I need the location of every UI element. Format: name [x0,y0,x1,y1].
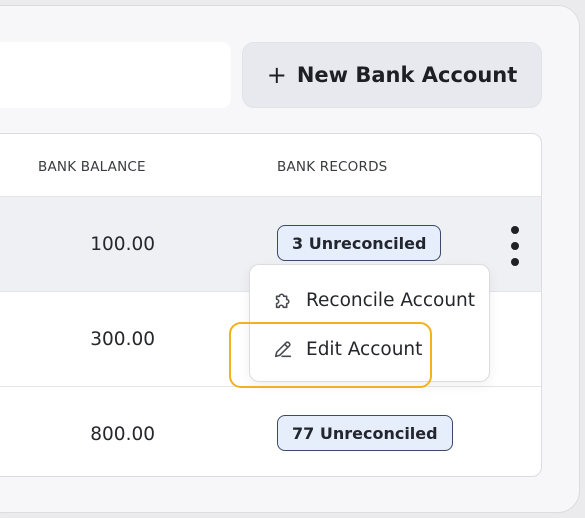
unreconciled-badge[interactable]: 3 Unreconciled [277,225,442,261]
new-bank-account-label: New Bank Account [296,63,518,87]
header-bank-balance: BANK BALANCE [38,159,146,175]
header-bank-records: BANK RECORDS [277,159,388,175]
screenshot-frame: + New Bank Account BANK BALANCE BANK REC… [0,0,585,518]
bank-accounts-panel: + New Bank Account BANK BALANCE BANK REC… [0,5,580,513]
bank-balance-cell: 100.00 [90,234,155,255]
search-field[interactable] [0,42,231,108]
reconcile-account-label: Reconcile Account [306,289,476,311]
table-header: BANK BALANCE BANK RECORDS [0,134,541,197]
reconcile-account-menu-item[interactable]: Reconcile Account [272,289,475,311]
puzzle-icon [275,293,290,309]
plus-icon: + [266,61,287,89]
edit-account-focus-ring [229,322,432,388]
table-row[interactable]: 800.00 77 Unreconciled [0,387,541,476]
new-bank-account-button[interactable]: + New Bank Account [242,42,542,108]
unreconciled-badge[interactable]: 77 Unreconciled [277,415,453,451]
bank-balance-cell: 800.00 [90,424,155,445]
more-options-icon[interactable] [508,226,522,266]
bank-balance-cell: 300.00 [90,329,155,350]
